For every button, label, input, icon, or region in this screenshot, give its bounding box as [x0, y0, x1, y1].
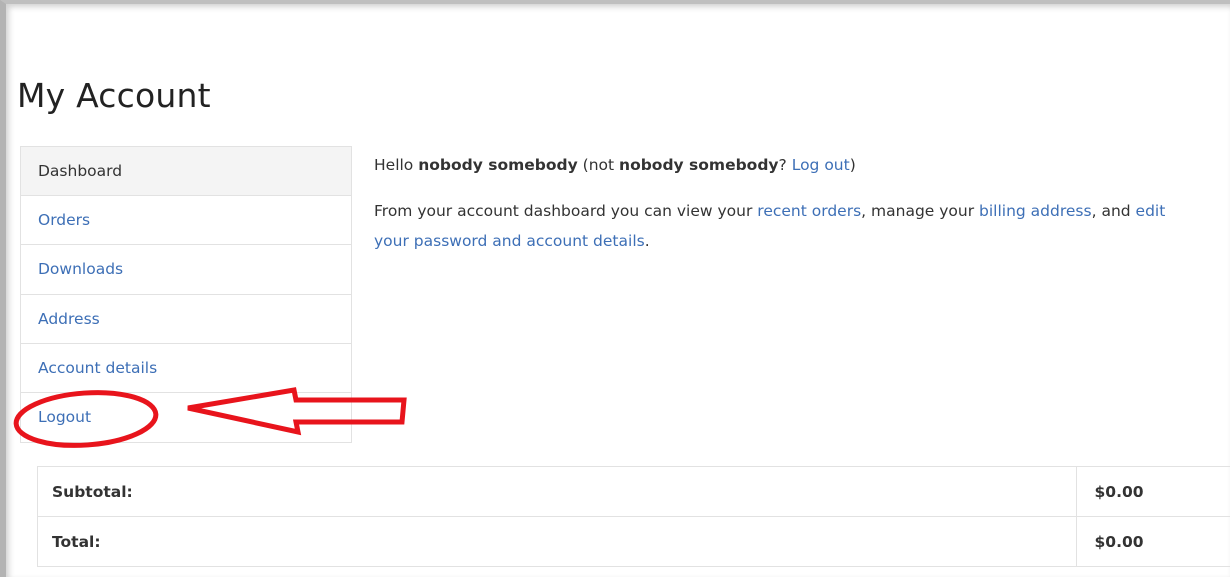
greeting-username: nobody somebody — [418, 156, 578, 174]
log-out-link[interactable]: Log out — [792, 156, 850, 174]
greeting-question: ? — [779, 156, 792, 174]
recent-orders-link[interactable]: recent orders — [757, 202, 861, 220]
sidebar-item-downloads[interactable]: Downloads — [21, 245, 351, 294]
sidebar-item-address[interactable]: Address — [21, 295, 351, 344]
description-part4: . — [645, 232, 650, 250]
greeting-not: (not — [578, 156, 619, 174]
description-part2: , manage your — [861, 202, 979, 220]
totals-table: Subtotal: $0.00 Total: $0.00 — [37, 466, 1230, 567]
sidebar-item-logout[interactable]: Logout — [21, 393, 351, 442]
account-navigation: Dashboard Orders Downloads Address Accou… — [20, 146, 352, 443]
billing-address-link[interactable]: billing address — [979, 202, 1092, 220]
greeting-close-paren: ) — [850, 156, 856, 174]
subtotal-value: $0.00 — [1076, 467, 1230, 517]
screenshot-frame: My Account Dashboard Orders Downloads Ad… — [0, 0, 1230, 577]
description-part3: , and — [1092, 202, 1136, 220]
total-value: $0.00 — [1076, 517, 1230, 567]
sidebar-item-account-details[interactable]: Account details — [21, 344, 351, 393]
greeting-hello: Hello — [374, 156, 418, 174]
total-label: Total: — [38, 517, 1077, 567]
sidebar-item-orders[interactable]: Orders — [21, 196, 351, 245]
page-title: My Account — [17, 76, 211, 115]
sidebar-item-dashboard[interactable]: Dashboard — [21, 147, 351, 196]
description-part1: From your account dashboard you can view… — [374, 202, 757, 220]
subtotal-label: Subtotal: — [38, 467, 1077, 517]
dashboard-description: From your account dashboard you can view… — [374, 196, 1204, 256]
greeting-username-repeat: nobody somebody — [619, 156, 779, 174]
table-row: Total: $0.00 — [38, 517, 1230, 567]
dashboard-content: Hello nobody somebody (not nobody somebo… — [374, 150, 1204, 256]
greeting-text: Hello nobody somebody (not nobody somebo… — [374, 150, 1204, 180]
table-row: Subtotal: $0.00 — [38, 467, 1230, 517]
